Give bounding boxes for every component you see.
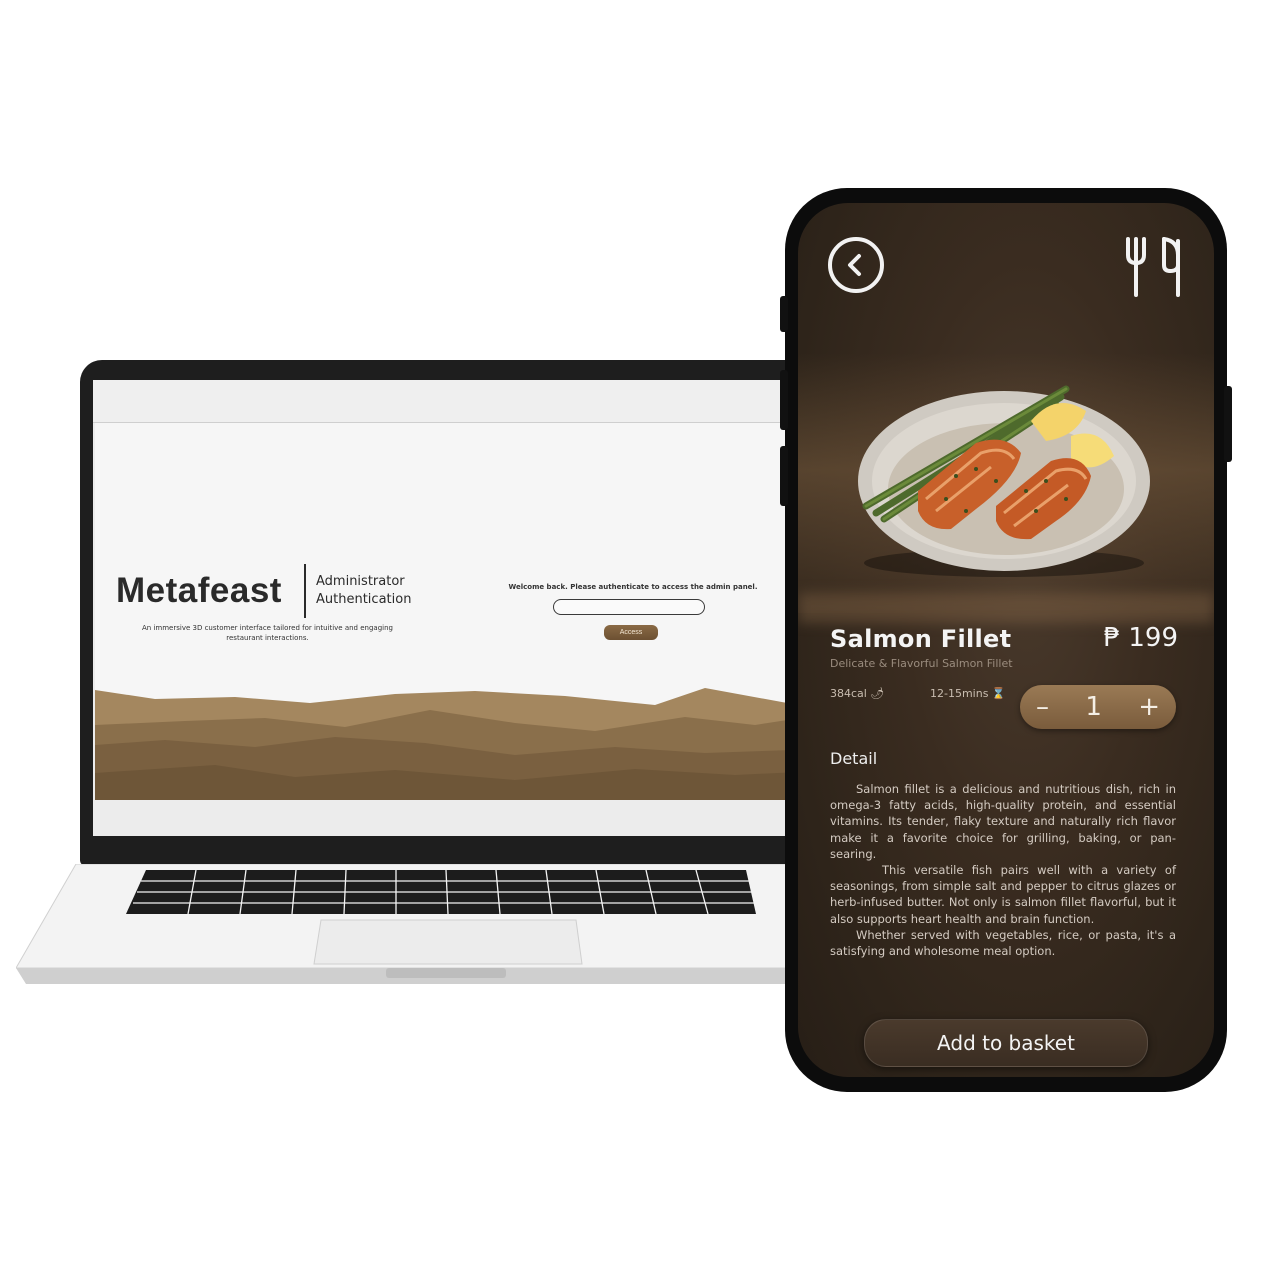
detail-paragraph-2: This versatile fish pairs well with a va… xyxy=(830,863,1176,926)
brand-divider xyxy=(304,564,306,618)
access-button[interactable]: Access xyxy=(604,625,658,640)
screen-bottom-bezel xyxy=(93,800,820,836)
blurred-table-edge xyxy=(798,593,1214,623)
phone-volume-down xyxy=(780,446,788,506)
add-to-basket-button[interactable]: Add to basket xyxy=(864,1019,1148,1067)
brand-title: Metafeast xyxy=(116,571,282,610)
product-detail-screen: Salmon Fillet ₱ 199 Delicate & Flavorful… xyxy=(798,203,1214,1077)
brand-subtitle: Administrator Authentication xyxy=(316,573,411,609)
dish-subtitle: Delicate & Flavorful Salmon Fillet xyxy=(830,657,1013,670)
dish-price: ₱ 199 xyxy=(1103,623,1178,653)
phone-mute-switch xyxy=(780,296,788,332)
detail-heading: Detail xyxy=(830,749,878,768)
salmon-dish-image xyxy=(858,385,1150,577)
brand-subtitle-line1: Administrator xyxy=(316,574,405,589)
login-prompt: Welcome back. Please authenticate to acc… xyxy=(508,583,758,591)
decrease-quantity-button[interactable]: – xyxy=(1036,694,1049,720)
phone-volume-up xyxy=(780,370,788,430)
tagline: An immersive 3D customer interface tailo… xyxy=(142,624,393,642)
back-button[interactable] xyxy=(828,237,884,293)
browser-top-bar xyxy=(93,380,820,423)
calories-info: 384cal 🌶 xyxy=(830,687,885,700)
detail-paragraph-3: Whether served with vegetables, rice, or… xyxy=(830,927,1176,959)
utensils-icon[interactable] xyxy=(1124,235,1184,299)
dish-name: Salmon Fillet xyxy=(830,625,1012,653)
detail-description: Salmon fillet is a delicious and nutriti… xyxy=(830,781,1176,959)
detail-paragraph-1: Salmon fillet is a delicious and nutriti… xyxy=(830,782,1176,861)
phone-power-button xyxy=(1224,386,1232,462)
increase-quantity-button[interactable]: + xyxy=(1138,694,1160,720)
prep-time-info: 12-15mins ⌛ xyxy=(930,687,1006,700)
admin-login-page: Metafeast Administrator Authentication A… xyxy=(95,423,820,800)
quantity-value: 1 xyxy=(1085,692,1102,722)
quantity-stepper: – 1 + xyxy=(1020,685,1176,729)
brand-subtitle-line2: Authentication xyxy=(316,592,412,607)
mountain-background xyxy=(95,688,820,800)
laptop-keyboard-base xyxy=(16,864,816,984)
password-input[interactable] xyxy=(553,599,705,615)
back-icon xyxy=(848,254,861,276)
laptop-screen: Metafeast Administrator Authentication A… xyxy=(93,380,820,836)
